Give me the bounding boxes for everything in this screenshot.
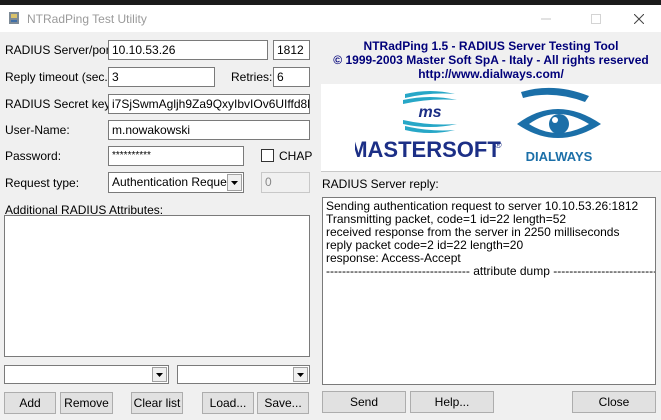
chap-label: CHAP (279, 149, 313, 163)
close-window-button[interactable] (616, 5, 661, 32)
chevron-down-icon (231, 180, 238, 185)
reply-output[interactable]: Sending authentication request to server… (322, 197, 656, 385)
add-button[interactable]: Add (4, 392, 56, 414)
server-label: RADIUS Server/port: (5, 43, 117, 57)
secret-label: RADIUS Secret key: (5, 97, 114, 111)
mastersoft-logo: ms MASTERSOFT ® (355, 91, 502, 162)
attribute-name-select[interactable] (4, 365, 169, 384)
reply-line: ------------------------------------ att… (326, 264, 655, 278)
password-label: Password: (5, 149, 62, 163)
dialways-logo: DIALWAYS (517, 87, 601, 164)
timeout-input[interactable]: 3 (108, 67, 215, 87)
chap-checkbox[interactable] (261, 149, 274, 162)
port-input[interactable]: 1812 (273, 40, 310, 60)
dialways-name: DIALWAYS (526, 149, 593, 164)
reply-label: RADIUS Server reply: (322, 177, 439, 191)
minimize-button[interactable] (523, 5, 569, 32)
attributes-list[interactable] (4, 215, 310, 357)
clear-list-button[interactable]: Clear list (131, 392, 183, 414)
main-window: NTRadPing Test Utility RADIUS Server/por… (0, 5, 661, 420)
secret-input[interactable]: i7SjSwmAgljh9Za9QxyIbvIOv6UIffd8bPR (108, 94, 310, 114)
mastersoft-registered-mark: ® (495, 140, 502, 150)
mastersoft-name: MASTERSOFT (355, 137, 501, 162)
chevron-down-icon (156, 372, 163, 377)
save-button[interactable]: Save... (257, 392, 309, 414)
username-label: User-Name: (5, 123, 70, 137)
load-button[interactable]: Load... (202, 392, 254, 414)
minimize-icon (541, 18, 551, 19)
password-input[interactable]: ********** (108, 146, 244, 166)
attribute-value-select[interactable] (177, 365, 310, 384)
mastersoft-badge: ms (418, 104, 441, 121)
app-icon (9, 12, 19, 24)
request-type-label: Request type: (5, 176, 80, 190)
username-input[interactable]: m.nowakowski (108, 120, 310, 140)
server-input[interactable]: 10.10.53.26 (108, 40, 268, 60)
window-title: NTRadPing Test Utility (27, 12, 147, 26)
request-id-input: 0 (261, 172, 310, 193)
timeout-label: Reply timeout (sec.): (5, 70, 116, 84)
maximize-button[interactable] (573, 5, 619, 32)
close-icon (634, 13, 644, 24)
close-button[interactable]: Close (572, 391, 656, 413)
title-bar[interactable]: NTRadPing Test Utility (0, 5, 661, 32)
send-button[interactable]: Send (322, 391, 406, 413)
remove-button[interactable]: Remove (60, 392, 113, 414)
attribute-name-dropdown-arrow[interactable] (152, 367, 167, 382)
request-type-select[interactable]: Authentication Request (108, 172, 244, 193)
help-button[interactable]: Help... (410, 391, 494, 413)
maximize-icon (591, 13, 601, 24)
attribute-value-dropdown-arrow[interactable] (293, 367, 308, 382)
request-type-dropdown-arrow[interactable] (227, 174, 242, 191)
logo-banner: ms MASTERSOFT ® DIALWAYS (321, 84, 661, 172)
retries-label: Retries: (231, 70, 273, 84)
app-header: NTRadPing 1.5 - RADIUS Server Testing To… (321, 39, 661, 81)
header-url[interactable]: http://www.dialways.com/ (321, 67, 661, 81)
request-type-value: Authentication Request (112, 175, 237, 189)
retries-input[interactable]: 6 (273, 67, 310, 87)
header-title: NTRadPing 1.5 - RADIUS Server Testing To… (363, 39, 619, 53)
chevron-down-icon (297, 372, 304, 377)
header-copyright: © 1999-2003 Master Soft SpA - Italy - Al… (333, 53, 649, 67)
